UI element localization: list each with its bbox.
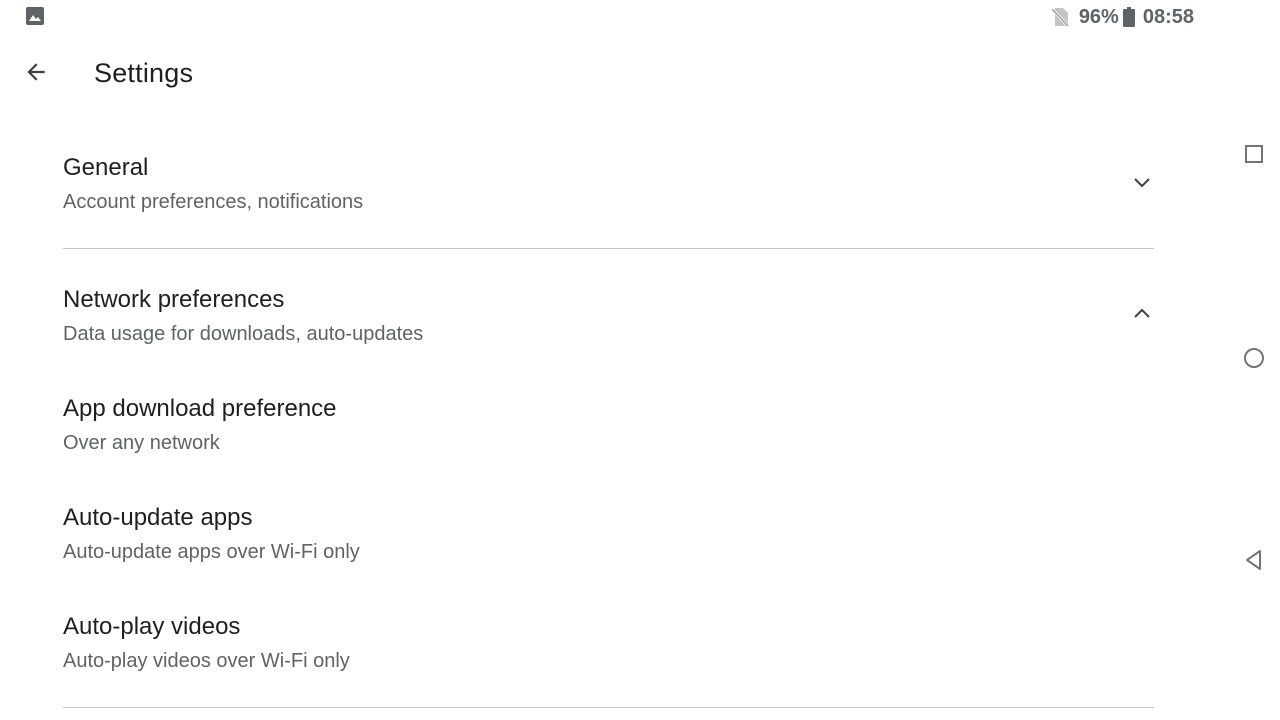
navigation-bar: [1220, 0, 1280, 720]
chevron-down-icon: [1130, 170, 1154, 194]
back-triangle-icon: [1243, 549, 1265, 576]
section-subtitle: Data usage for downloads, auto-updates: [63, 323, 424, 345]
status-indicators: 96% 08:58: [1050, 5, 1194, 29]
arrow-back-icon: [23, 59, 49, 90]
home-circle-icon: [1243, 347, 1265, 374]
setting-value: Over any network: [63, 432, 220, 454]
setting-auto-update-apps[interactable]: Auto-update apps Auto-update apps over W…: [63, 504, 1154, 600]
setting-app-download-preference[interactable]: App download preference Over any network: [63, 395, 1154, 491]
section-title: Network preferences: [63, 286, 285, 313]
system-back-button[interactable]: [1234, 542, 1274, 582]
status-bar: 96% 08:58: [0, 0, 1280, 34]
setting-title: Auto-play videos: [63, 613, 241, 640]
chevron-up-icon: [1130, 302, 1154, 326]
back-button[interactable]: [12, 50, 60, 98]
setting-value: Auto-update apps over Wi-Fi only: [63, 541, 360, 563]
section-general[interactable]: General Account preferences, notificatio…: [63, 154, 1154, 250]
section-subtitle: Account preferences, notifications: [63, 191, 364, 213]
recents-button[interactable]: [1234, 136, 1274, 176]
battery-percent: 96%: [1078, 5, 1119, 28]
section-network-preferences[interactable]: Network preferences Data usage for downl…: [63, 286, 1154, 382]
setting-value: Auto-play videos over Wi-Fi only: [63, 650, 350, 672]
section-divider: [63, 707, 1154, 708]
battery-icon: [1122, 7, 1135, 27]
setting-auto-play-videos[interactable]: Auto-play videos Auto-play videos over W…: [63, 613, 1154, 709]
gallery-icon: [26, 7, 44, 25]
settings-screen: 96% 08:58 Settings General Account prefe…: [0, 0, 1280, 720]
no-sim-icon: [1050, 7, 1069, 27]
page-title: Settings: [94, 58, 194, 88]
status-time: 08:58: [1142, 5, 1194, 28]
recents-square-icon: [1244, 144, 1264, 169]
home-button[interactable]: [1234, 340, 1274, 380]
section-divider: [63, 248, 1154, 249]
setting-title: Auto-update apps: [63, 504, 253, 531]
setting-title: App download preference: [63, 395, 337, 422]
app-bar: Settings: [0, 44, 1200, 104]
section-title: General: [63, 154, 149, 181]
